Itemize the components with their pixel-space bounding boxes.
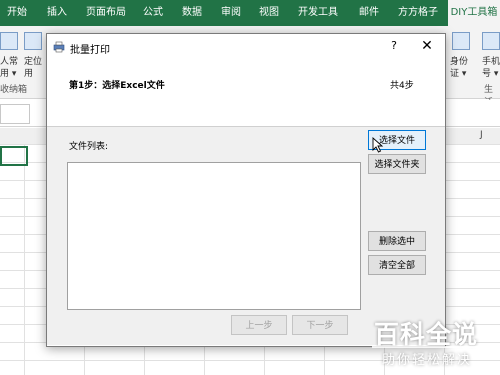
watermark: 百科全说 助你轻松解决 [366,313,498,373]
prev-step-button[interactable]: 上一步 [231,315,287,335]
watermark-subtitle: 助你轻松解决 [382,353,473,368]
ribbon-icon [0,32,18,50]
batch-print-dialog: 批量打印 ? ✕ 第1步：选择Excel文件 共4步 文件列表: 选择文件 选择… [46,33,446,347]
file-list[interactable] [67,162,361,310]
column-label-j[interactable]: J [480,130,483,140]
ribbon-label[interactable]: 号 ▾ [482,66,498,79]
ribbon-label[interactable]: 用 [24,66,33,79]
help-button[interactable]: ? [386,39,402,55]
wizard-header: 第1步：选择Excel文件 共4步 [47,62,445,127]
tab-review[interactable]: 审阅 [216,0,246,26]
clear-all-button[interactable]: 清空全部 [368,255,426,275]
select-folder-button[interactable]: 选择文件夹 [368,154,426,174]
tab-fangfang[interactable]: 方方格子 [393,0,443,26]
dialog-title-bar[interactable]: 批量打印 ? ✕ [47,34,445,62]
tab-diy-toolbox[interactable]: DIY工具箱 [448,0,500,26]
tab-data[interactable]: 数据 [175,0,209,26]
delete-selected-button[interactable]: 删除选中 [368,231,426,251]
mouse-cursor-icon [372,137,384,153]
name-box[interactable] [0,104,30,124]
watermark-divider [372,346,494,348]
ribbon-label[interactable]: 用 ▾ [0,66,16,79]
tab-view[interactable]: 视图 [254,0,284,26]
printer-icon [53,41,65,53]
tab-page-layout[interactable]: 页面布局 [80,0,132,26]
close-button[interactable]: ✕ [419,38,435,54]
file-list-label: 文件列表: [69,142,109,152]
phone-icon [482,32,500,50]
tab-insert[interactable]: 插入 [40,0,74,26]
ribbon-label[interactable]: 证 ▾ [450,66,466,79]
step-title: 第1步：选择Excel文件 [69,81,165,91]
ribbon-tab-bar: 开始 插入 页面布局 公式 数据 审阅 视图 开发工具 邮件 方方格子 DIY工… [0,0,500,26]
tab-home[interactable]: 开始 [0,0,34,26]
tab-mailings[interactable]: 邮件 [352,0,386,26]
tab-formulas[interactable]: 公式 [138,0,168,26]
next-step-button[interactable]: 下一步 [292,315,348,335]
step-count: 共4步 [390,81,414,91]
selected-cell[interactable] [0,146,28,166]
ribbon-icon [24,32,42,50]
tab-developer[interactable]: 开发工具 [292,0,344,26]
ribbon-group-label: 收纳箱 [0,85,28,95]
dialog-title: 批量打印 [70,45,110,56]
id-card-icon [452,32,470,50]
